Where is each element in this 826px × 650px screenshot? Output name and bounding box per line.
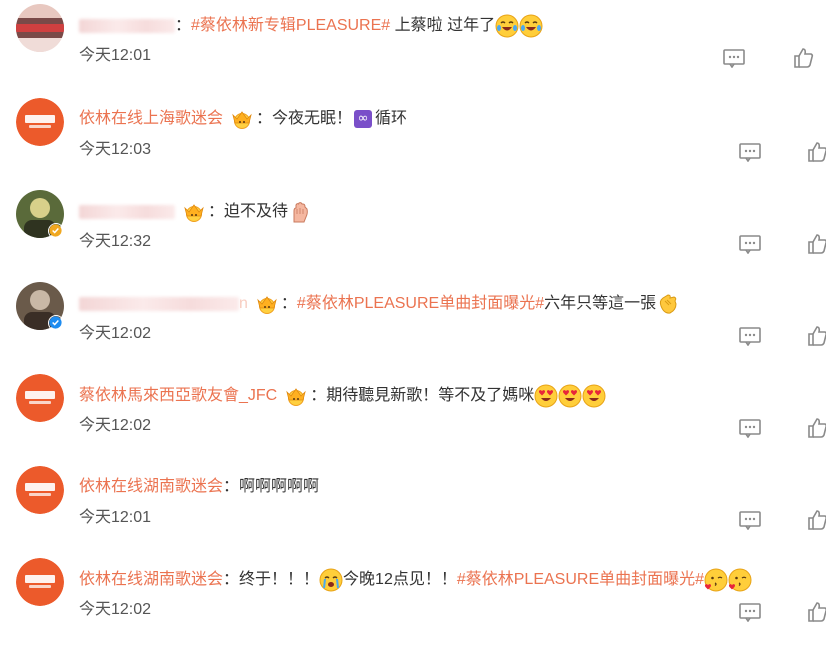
username[interactable]: n bbox=[239, 295, 248, 312]
hashtag-link[interactable]: #蔡依林PLEASURE单曲封面曝光# bbox=[457, 571, 704, 588]
comment-text: 上蔡啦 过年了 bbox=[390, 17, 496, 34]
user-avatar[interactable] bbox=[16, 98, 64, 146]
kissing-heart-emoji bbox=[728, 568, 752, 592]
comment-text: 终于！！！ bbox=[239, 571, 320, 588]
colon-separator: ： bbox=[208, 203, 225, 220]
comment-item: 依林在线湖南歌迷会：啊啊啊啊啊今天12:01 bbox=[0, 466, 826, 558]
comment-line: n ：#蔡依林PLEASURE单曲封面曝光#六年只等這一張 bbox=[79, 292, 826, 314]
fan-crown-icon bbox=[183, 202, 205, 222]
like-thumb-icon[interactable] bbox=[806, 508, 826, 532]
colon-separator: ： bbox=[223, 478, 240, 495]
comment-item: ：#蔡依林新专辑PLEASURE# 上蔡啦 过年了今天12:01 bbox=[0, 4, 826, 96]
verified-badge-icon bbox=[48, 315, 64, 331]
reply-comment-icon[interactable] bbox=[738, 326, 762, 347]
tears-of-joy-emoji bbox=[519, 14, 543, 38]
crying-emoji bbox=[319, 568, 343, 592]
comment-line: 依林在线湖南歌迷会：啊啊啊啊啊 bbox=[79, 476, 826, 498]
infinity-icon: ∞ bbox=[354, 110, 373, 128]
comment-text: 迫不及待 bbox=[224, 203, 289, 220]
clapping-hands-emoji bbox=[656, 292, 680, 316]
heart-eyes-emoji bbox=[582, 384, 606, 408]
comment-item: n ：#蔡依林PLEASURE单曲封面曝光#六年只等這一張今天12:02 bbox=[0, 282, 826, 374]
comment-text: 期待聽見新歌！等不及了媽咪 bbox=[326, 387, 535, 404]
comment-text: 今晚12点见！！ bbox=[343, 571, 457, 588]
like-thumb-icon[interactable] bbox=[792, 46, 816, 70]
user-avatar[interactable] bbox=[16, 558, 64, 606]
like-thumb-icon[interactable] bbox=[806, 324, 826, 348]
user-avatar[interactable] bbox=[16, 4, 64, 52]
comment-line: 依林在线湖南歌迷会：终于！！！ 今晚12点见！！#蔡依林PLEASURE单曲封面曝… bbox=[79, 568, 826, 592]
username[interactable]: 依林在线上海歌迷会 bbox=[79, 110, 223, 127]
reply-comment-icon[interactable] bbox=[722, 48, 746, 69]
colon-separator: ： bbox=[256, 110, 273, 127]
comment-item: 依林在线上海歌迷会 ：今夜无眠！ ∞ 循环今天12:03 bbox=[0, 98, 826, 190]
comment-feed: ：#蔡依林新专辑PLEASURE# 上蔡啦 过年了 今天12:01 依林在线上海歌迷… bbox=[0, 0, 826, 625]
username[interactable]: 依林在线湖南歌迷会 bbox=[79, 571, 223, 588]
kissing-heart-emoji bbox=[704, 568, 728, 592]
reply-comment-icon[interactable] bbox=[738, 234, 762, 255]
reply-comment-icon[interactable] bbox=[738, 602, 762, 623]
fan-crown-icon bbox=[231, 109, 253, 129]
comment-timestamp: 今天12:01 bbox=[79, 509, 152, 526]
comment-timestamp: 今天12:02 bbox=[79, 601, 152, 618]
tears-of-joy-emoji bbox=[495, 14, 519, 38]
comment-item: 蔡依林馬來西亞歌友會_JFC ：期待聽見新歌！等不及了媽咪今天12:02 bbox=[0, 374, 826, 466]
user-avatar[interactable] bbox=[16, 466, 64, 514]
comment-timestamp: 今天12:02 bbox=[79, 417, 152, 434]
comment-line: 依林在线上海歌迷会 ：今夜无眠！ ∞ 循环 bbox=[79, 108, 826, 130]
comment-item: ：迫不及待今天12:32 bbox=[0, 190, 826, 282]
comment-line: ：#蔡依林新专辑PLEASURE# 上蔡啦 过年了 bbox=[79, 14, 826, 38]
comment-text: 循环 bbox=[375, 110, 408, 127]
heart-eyes-emoji bbox=[558, 384, 582, 408]
heart-eyes-emoji bbox=[534, 384, 558, 408]
like-thumb-icon[interactable] bbox=[806, 416, 826, 440]
comment-timestamp: 今天12:02 bbox=[79, 325, 152, 342]
colon-separator: ： bbox=[175, 17, 192, 34]
comment-timestamp: 今天12:32 bbox=[79, 233, 152, 250]
hashtag-link[interactable]: #蔡依林PLEASURE单曲封面曝光# bbox=[297, 295, 544, 312]
comment-timestamp: 今天12:01 bbox=[79, 47, 152, 64]
like-thumb-icon[interactable] bbox=[806, 232, 826, 256]
username[interactable]: 蔡依林馬來西亞歌友會_JFC bbox=[79, 387, 277, 404]
like-thumb-icon[interactable] bbox=[806, 600, 826, 624]
hand-emoji bbox=[288, 200, 312, 224]
comment-item: 依林在线湖南歌迷会：终于！！！ 今晚12点见！！#蔡依林PLEASURE单曲封面曝… bbox=[0, 558, 826, 650]
comment-text: 啊啊啊啊啊 bbox=[239, 478, 320, 495]
colon-separator: ： bbox=[280, 295, 297, 312]
fan-crown-icon bbox=[256, 294, 278, 314]
fan-crown-icon bbox=[285, 386, 307, 406]
username[interactable]: 依林在线湖南歌迷会 bbox=[79, 478, 223, 495]
reply-comment-icon[interactable] bbox=[738, 418, 762, 439]
comment-line: ：迫不及待 bbox=[79, 200, 826, 224]
verified-badge-icon bbox=[48, 223, 64, 239]
hashtag-link[interactable]: #蔡依林新专辑PLEASURE# bbox=[191, 17, 390, 34]
username-redacted[interactable] bbox=[79, 297, 239, 311]
reply-comment-icon[interactable] bbox=[738, 510, 762, 531]
like-thumb-icon[interactable] bbox=[806, 140, 826, 164]
username-redacted[interactable] bbox=[79, 19, 175, 33]
user-avatar[interactable] bbox=[16, 374, 64, 422]
comment-text: 今夜无眠！ bbox=[272, 110, 353, 127]
colon-separator: ： bbox=[310, 387, 327, 404]
comment-line: 蔡依林馬來西亞歌友會_JFC ：期待聽見新歌！等不及了媽咪 bbox=[79, 384, 826, 408]
colon-separator: ： bbox=[223, 571, 240, 588]
comment-timestamp: 今天12:03 bbox=[79, 141, 152, 158]
reply-comment-icon[interactable] bbox=[738, 142, 762, 163]
comment-text: 六年只等這一張 bbox=[544, 295, 657, 312]
username-redacted[interactable] bbox=[79, 205, 175, 219]
